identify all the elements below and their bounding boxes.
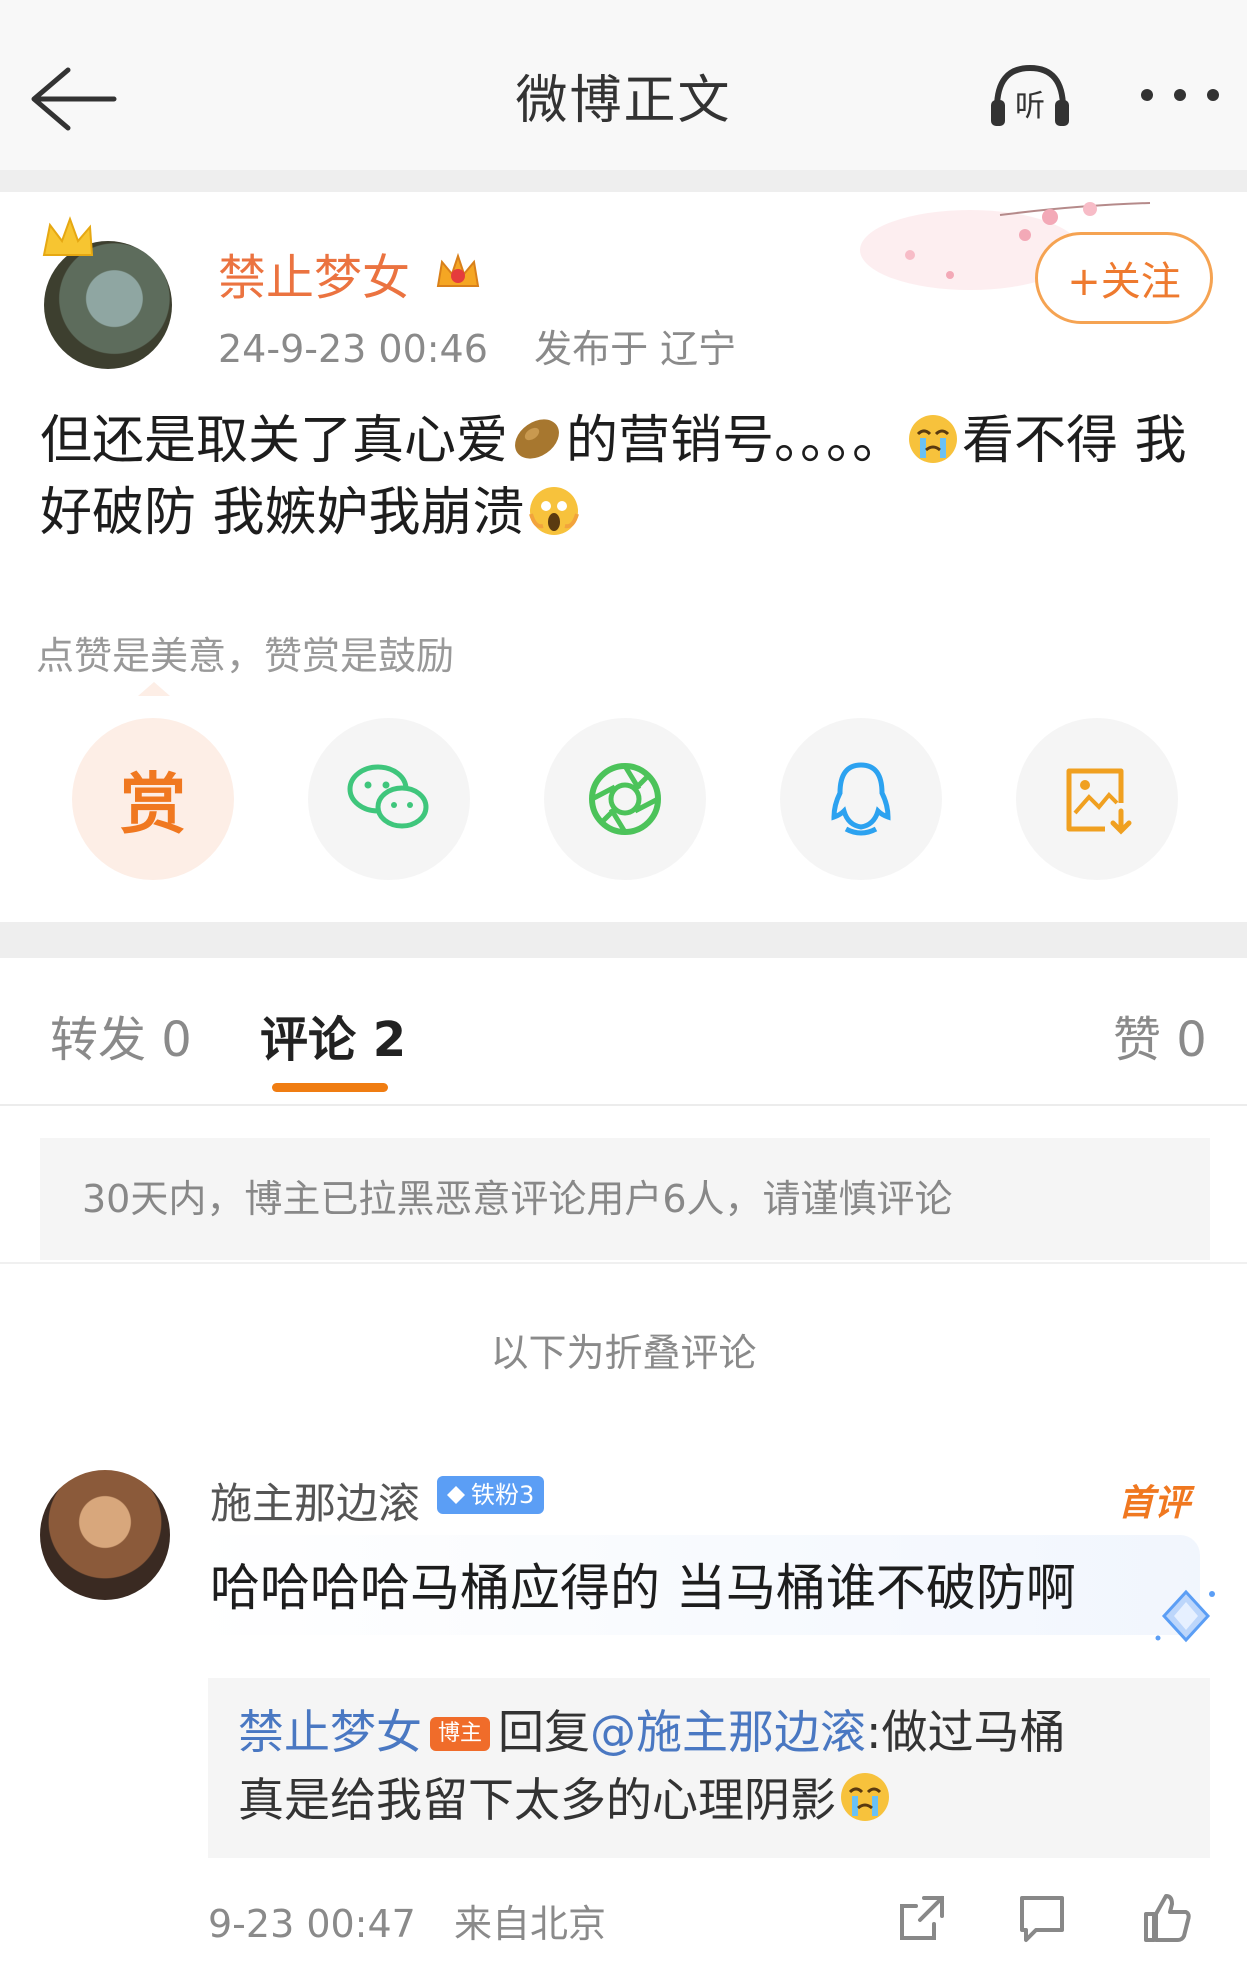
potato-emoji-icon	[515, 419, 559, 459]
comment-icon[interactable]	[1014, 1890, 1070, 1946]
comment-meta: 9-23 00:47 来自北京	[208, 1893, 606, 1948]
qq-penguin-icon	[831, 762, 891, 836]
reply-line-2: 真是给我留下太多的心理阴影	[238, 1766, 1180, 1834]
tip-pointer	[138, 682, 170, 696]
divider	[0, 1262, 1247, 1264]
author-reply[interactable]: 禁止梦女 博主 回复@施主那边滚:做过马桶 真是给我留下太多的心理阴影	[208, 1678, 1210, 1858]
tab-comments[interactable]: 评论 2	[260, 1000, 406, 1070]
comment-timestamp: 9-23 00:47	[208, 1902, 416, 1946]
post-text-part1: 但还是取关了真心爱	[40, 411, 509, 471]
share-qq-button[interactable]	[780, 718, 942, 880]
reply-author[interactable]: 禁止梦女	[238, 1705, 422, 1759]
section-divider	[0, 170, 1247, 192]
crying-face-emoji-icon	[909, 415, 958, 463]
reply-prefix: 回复	[498, 1705, 591, 1759]
share-moments-button[interactable]	[544, 718, 706, 880]
author-avatar[interactable]	[40, 215, 175, 369]
comment-notice: 30天内，博主已拉黑恶意评论用户6人，请谨慎评论	[40, 1138, 1210, 1260]
reward-tip: 点赞是美意，赞赏是鼓励	[36, 634, 455, 678]
listen-headphones-icon[interactable]: 听	[985, 60, 1075, 130]
crown-icon	[42, 216, 94, 256]
divider	[0, 1104, 1247, 1106]
tab-likes[interactable]: 赞 0	[1113, 1000, 1207, 1070]
moments-aperture-icon	[589, 763, 661, 835]
top-bar: 微博正文 听	[0, 0, 1247, 170]
author-badge: 博主	[430, 1717, 491, 1751]
share-icon[interactable]	[894, 1890, 950, 1946]
first-comment-badge: 首评	[1118, 1483, 1191, 1524]
reply-line-1: 禁止梦女 博主 回复@施主那边滚:做过马桶	[238, 1698, 1180, 1766]
reply-text-part1: :做过马桶	[866, 1705, 1066, 1759]
wechat-icon	[347, 764, 429, 829]
reply-mention[interactable]: @施主那边滚	[590, 1705, 866, 1759]
post-body: 但还是取关了真心爱 的营销号。。。。 看不得 我好破防 我嫉妒我崩溃	[40, 405, 1210, 549]
save-image-button[interactable]	[1016, 718, 1178, 880]
reward-button[interactable]: 赏	[72, 718, 234, 880]
diamond-icon	[447, 1486, 465, 1504]
folded-comments-label[interactable]: 以下为折叠评论	[0, 1322, 1247, 1377]
share-wechat-button[interactable]	[308, 718, 470, 880]
commenter-avatar[interactable]	[40, 1470, 170, 1600]
diamond-sparkle-decoration-icon	[1155, 1589, 1215, 1643]
crying-face-emoji-icon	[841, 1773, 889, 1821]
vip-crown-badge-icon[interactable]	[432, 250, 484, 298]
reward-label: 赏	[120, 766, 186, 843]
tab-repost[interactable]: 转发 0	[50, 1000, 192, 1070]
commenter-name[interactable]: 施主那边滚	[210, 1470, 420, 1531]
comment-location: 来自北京	[454, 1902, 607, 1946]
post-text-part2: 的营销号。。。。	[566, 411, 905, 471]
post-meta: 24-9-23 00:46 发布于 辽宁	[218, 318, 736, 373]
reply-text-part2: 真是给我留下太多的心理阴影	[238, 1773, 836, 1827]
post-location: 发布于 辽宁	[534, 327, 737, 371]
comment-text: 哈哈哈哈马桶应得的 当马桶谁不破防啊	[210, 1559, 1076, 1617]
listen-label: 听	[1015, 89, 1045, 124]
active-tab-indicator	[272, 1083, 388, 1092]
like-thumb-icon[interactable]	[1140, 1890, 1196, 1946]
save-image-icon	[1066, 768, 1132, 835]
post-timestamp: 24-9-23 00:46	[218, 327, 488, 371]
screaming-face-emoji-icon	[528, 487, 579, 535]
more-options-icon[interactable]	[1135, 60, 1225, 130]
section-divider	[0, 922, 1247, 958]
follow-button[interactable]: +关注	[1035, 232, 1213, 324]
author-name[interactable]: 禁止梦女	[218, 238, 410, 308]
